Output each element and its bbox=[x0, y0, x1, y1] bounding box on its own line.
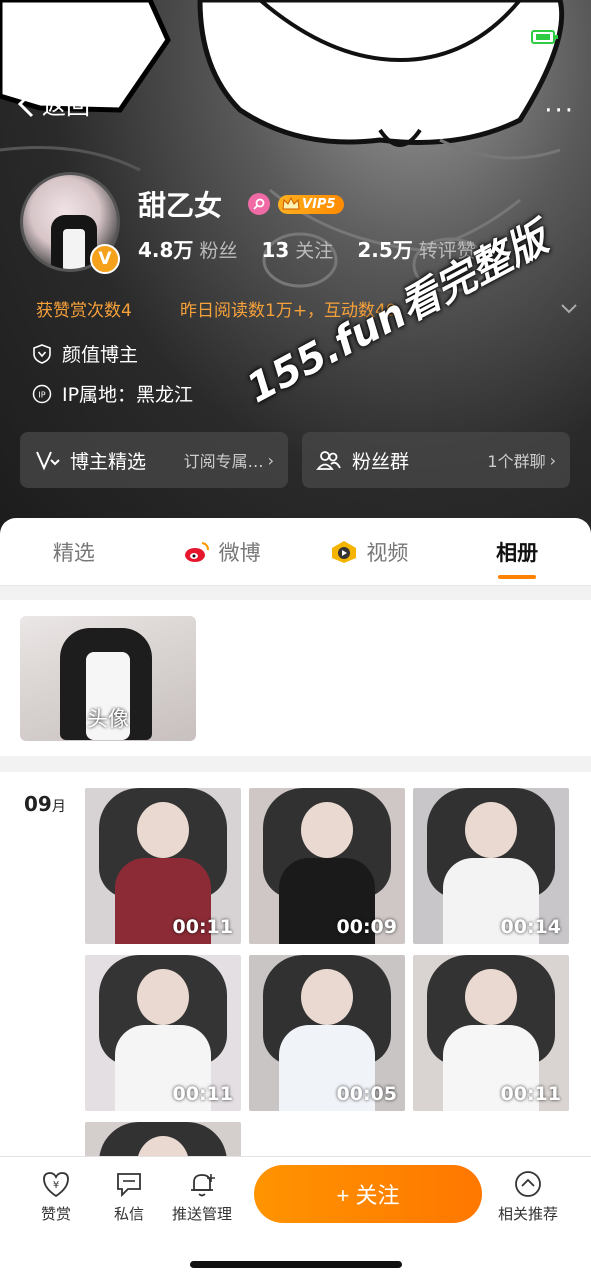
chevron-right-icon: › bbox=[549, 450, 556, 470]
profile-header: 返回 ··· V 甜乙女 VIP5 4.8万 粉丝 13 关注 2.5万 转评赞 bbox=[0, 0, 591, 540]
push-settings-label: 推送管理 bbox=[171, 1205, 232, 1223]
group-icon bbox=[316, 451, 341, 470]
verified-badge: V bbox=[90, 244, 120, 274]
video-duration: 00:11 bbox=[500, 1083, 561, 1105]
video-thumbnail[interactable]: 00:14 bbox=[413, 788, 569, 944]
reward-button[interactable]: ¥ 赞赏 bbox=[20, 1169, 92, 1224]
push-settings-button[interactable]: 推送管理 bbox=[166, 1169, 238, 1224]
video-duration: 00:05 bbox=[336, 1083, 397, 1105]
chevron-down-icon[interactable] bbox=[558, 297, 580, 319]
vip-label: VIP5 bbox=[302, 196, 336, 212]
tab-label: 相册 bbox=[496, 540, 539, 565]
stat-number: 2.5万 bbox=[357, 238, 413, 262]
stat-label: 关注 bbox=[295, 240, 334, 262]
crown-icon bbox=[282, 197, 300, 210]
tab-label: 微博 bbox=[218, 540, 261, 565]
svg-text:¥: ¥ bbox=[53, 1180, 59, 1191]
stat-label: 粉丝 bbox=[199, 240, 238, 262]
female-icon bbox=[248, 193, 271, 215]
avatar-album-card[interactable]: 头像 bbox=[20, 616, 196, 741]
fan-group-sub: 1个群聊 bbox=[487, 452, 546, 471]
back-label: 返回 bbox=[42, 92, 90, 120]
featured-title: 博主精选 bbox=[70, 450, 147, 473]
video-thumbnail[interactable]: 00:09 bbox=[249, 788, 405, 944]
featured-sub: 订阅专属… bbox=[183, 452, 264, 471]
stat-number: 4.8万 bbox=[138, 238, 194, 262]
month-unit: 月 bbox=[51, 799, 66, 815]
featured-v-icon bbox=[36, 451, 60, 471]
blogger-tag: 颜值博主 bbox=[32, 340, 138, 367]
month-number: 09 bbox=[24, 792, 52, 816]
video-duration: 00:09 bbox=[336, 916, 397, 938]
tab-label: 精选 bbox=[52, 540, 95, 565]
video-thumbnail[interactable]: 00:05 bbox=[249, 955, 405, 1111]
bottom-action-bar: ¥ 赞赏 私信 推送管理 + 关注 相关推荐 bbox=[0, 1156, 591, 1280]
battery-icon bbox=[531, 30, 558, 44]
tab-weibo[interactable]: 微博 bbox=[148, 518, 296, 585]
video-duration: 00:11 bbox=[172, 916, 233, 938]
vip-badge[interactable]: VIP5 bbox=[278, 194, 344, 214]
home-indicator bbox=[190, 1261, 402, 1268]
message-icon bbox=[117, 1173, 141, 1198]
tab-featured[interactable]: 精选 bbox=[0, 518, 148, 585]
reward-icon: ¥ bbox=[43, 1172, 69, 1198]
tab-video[interactable]: 视频 bbox=[296, 518, 444, 585]
more-options-icon[interactable]: ··· bbox=[544, 96, 575, 126]
video-thumbnail[interactable]: 00:11 bbox=[413, 955, 569, 1111]
profile-tabs: 精选 微博 视频 相册 bbox=[0, 518, 591, 586]
ip-icon: IP bbox=[32, 384, 52, 403]
month-section: 09月 00:11 00:09 00:14 00:11 00:05 00:11 bbox=[0, 772, 591, 1278]
stat-fans[interactable]: 4.8万 粉丝 bbox=[138, 234, 237, 263]
video-duration: 00:11 bbox=[172, 1083, 233, 1105]
chevron-right-icon: › bbox=[267, 450, 274, 470]
stat-following[interactable]: 13 关注 bbox=[261, 236, 333, 263]
fan-group-card[interactable]: 粉丝群 1个群聊 › bbox=[302, 432, 570, 488]
related-recommend-button[interactable]: 相关推荐 bbox=[490, 1169, 566, 1224]
stat-number: 13 bbox=[261, 238, 290, 262]
featured-card[interactable]: 博主精选 订阅专属… › bbox=[20, 432, 288, 488]
search-icon[interactable] bbox=[459, 88, 491, 120]
weibo-icon bbox=[184, 541, 209, 562]
video-duration: 00:14 bbox=[500, 916, 561, 938]
shield-icon bbox=[33, 343, 51, 364]
chevron-up-circle-icon bbox=[515, 1171, 541, 1197]
back-button[interactable]: 返回 bbox=[14, 86, 90, 121]
album-label: 头像 bbox=[87, 707, 129, 731]
username: 甜乙女 bbox=[138, 189, 223, 222]
message-label: 私信 bbox=[113, 1205, 144, 1223]
month-label: 09月 bbox=[24, 792, 66, 816]
honor-row[interactable]: 获赞赏次数4 昨日阅读数1万+，互动数49 bbox=[20, 290, 580, 326]
ip-location-label: IP属地：黑龙江 bbox=[62, 384, 194, 406]
chevron-left-icon bbox=[17, 90, 34, 117]
reward-label: 赞赏 bbox=[40, 1205, 71, 1223]
video-thumbnail[interactable]: 00:11 bbox=[85, 788, 241, 944]
honor-rewards: 获赞赏次数4 bbox=[36, 300, 132, 321]
fan-group-title: 粉丝群 bbox=[352, 450, 410, 473]
svg-text:IP: IP bbox=[38, 390, 45, 399]
avatar-album-section: 头像 bbox=[0, 600, 591, 756]
tab-album[interactable]: 相册 bbox=[443, 518, 591, 585]
related-recommend-label: 相关推荐 bbox=[497, 1205, 558, 1223]
follow-button[interactable]: + 关注 bbox=[254, 1165, 482, 1223]
tab-label: 视频 bbox=[366, 540, 409, 565]
video-thumbnail[interactable]: 00:11 bbox=[85, 955, 241, 1111]
message-button[interactable]: 私信 bbox=[93, 1169, 165, 1224]
bell-plus-icon bbox=[191, 1174, 215, 1197]
video-icon bbox=[332, 540, 357, 563]
blogger-tag-label: 颜值博主 bbox=[62, 344, 139, 366]
ip-location: IP IP属地：黑龙江 bbox=[32, 380, 193, 407]
